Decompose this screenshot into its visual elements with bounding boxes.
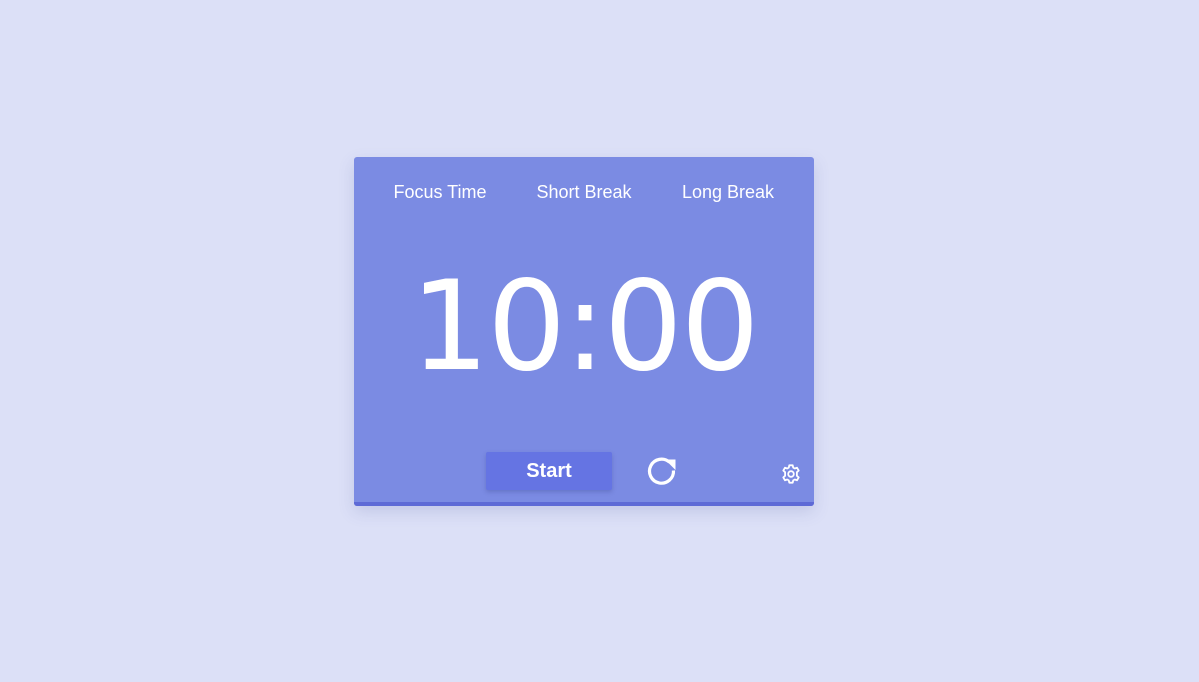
reset-icon (647, 457, 676, 485)
start-button[interactable]: Start (486, 452, 612, 490)
tab-short-break[interactable]: Short Break (536, 180, 631, 204)
tab-long-break[interactable]: Long Break (682, 180, 774, 204)
progress-bar (354, 502, 814, 506)
timer-display: 10:00 (410, 255, 759, 399)
reset-button[interactable] (644, 453, 680, 489)
timer-card: Focus Time Short Break Long Break 10:00 … (354, 157, 814, 506)
settings-button[interactable] (779, 462, 803, 486)
progress-fill (354, 502, 814, 506)
mode-tabs: Focus Time Short Break Long Break (354, 180, 814, 204)
tab-focus-time[interactable]: Focus Time (393, 180, 486, 204)
gear-icon (782, 464, 800, 484)
